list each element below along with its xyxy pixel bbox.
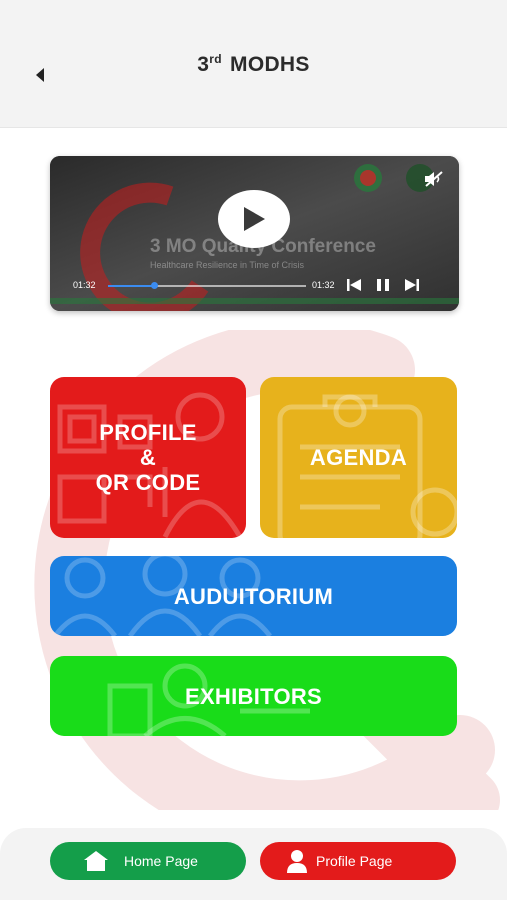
profile-qr-code-tile[interactable]: PROFILE & QR CODE: [50, 377, 246, 538]
seek-bar-progress: [108, 285, 154, 287]
profile-tile-line1: PROFILE: [99, 420, 197, 445]
auditorium-tile[interactable]: AUDUITORIUM: [50, 556, 457, 636]
exhibitors-tile[interactable]: EXHIBITORS: [50, 656, 457, 736]
bottom-navigation: Home Page Profile Page: [0, 828, 507, 900]
home-page-label: Home Page: [124, 853, 198, 869]
seek-bar-handle[interactable]: [150, 282, 158, 289]
profile-page-button[interactable]: Profile Page: [260, 842, 456, 880]
duration-time: 01:32: [312, 280, 335, 290]
video-controls: 01:32 01:32: [50, 277, 459, 295]
agenda-tile-label: AGENDA: [309, 445, 408, 470]
auditorium-tile-label: AUDUITORIUM: [173, 583, 334, 609]
seek-bar[interactable]: [108, 282, 306, 289]
profile-tile-label: PROFILE & QR CODE: [96, 420, 201, 495]
play-icon: [244, 207, 265, 231]
pause-icon[interactable]: [375, 278, 391, 292]
home-page-button[interactable]: Home Page: [50, 842, 246, 880]
profile-tile-line3: QR CODE: [95, 470, 201, 495]
title-main: MODHS: [230, 53, 310, 76]
title-superscript: rd: [209, 52, 222, 66]
current-time: 01:32: [73, 280, 96, 290]
profile-page-label: Profile Page: [316, 853, 393, 869]
home-icon: [84, 851, 108, 871]
video-overlay-subtitle: Healthcare Resilience in Time of Crisis: [150, 260, 305, 270]
page-title: 3rd MODHS: [0, 52, 507, 77]
profile-tile-line2: &: [139, 445, 157, 470]
play-button[interactable]: [218, 190, 290, 248]
skip-next-icon[interactable]: [404, 278, 420, 292]
skip-previous-icon[interactable]: [346, 278, 362, 292]
mute-icon[interactable]: [423, 170, 445, 188]
user-icon: [287, 850, 307, 873]
title-prefix: 3: [197, 53, 210, 76]
app-header: 3rd MODHS: [0, 0, 507, 128]
video-player[interactable]: 3 MO Quality Conference Healthcare Resil…: [50, 156, 459, 311]
exhibitors-tile-label: EXHIBITORS: [184, 683, 323, 709]
agenda-tile[interactable]: AGENDA: [260, 377, 457, 538]
